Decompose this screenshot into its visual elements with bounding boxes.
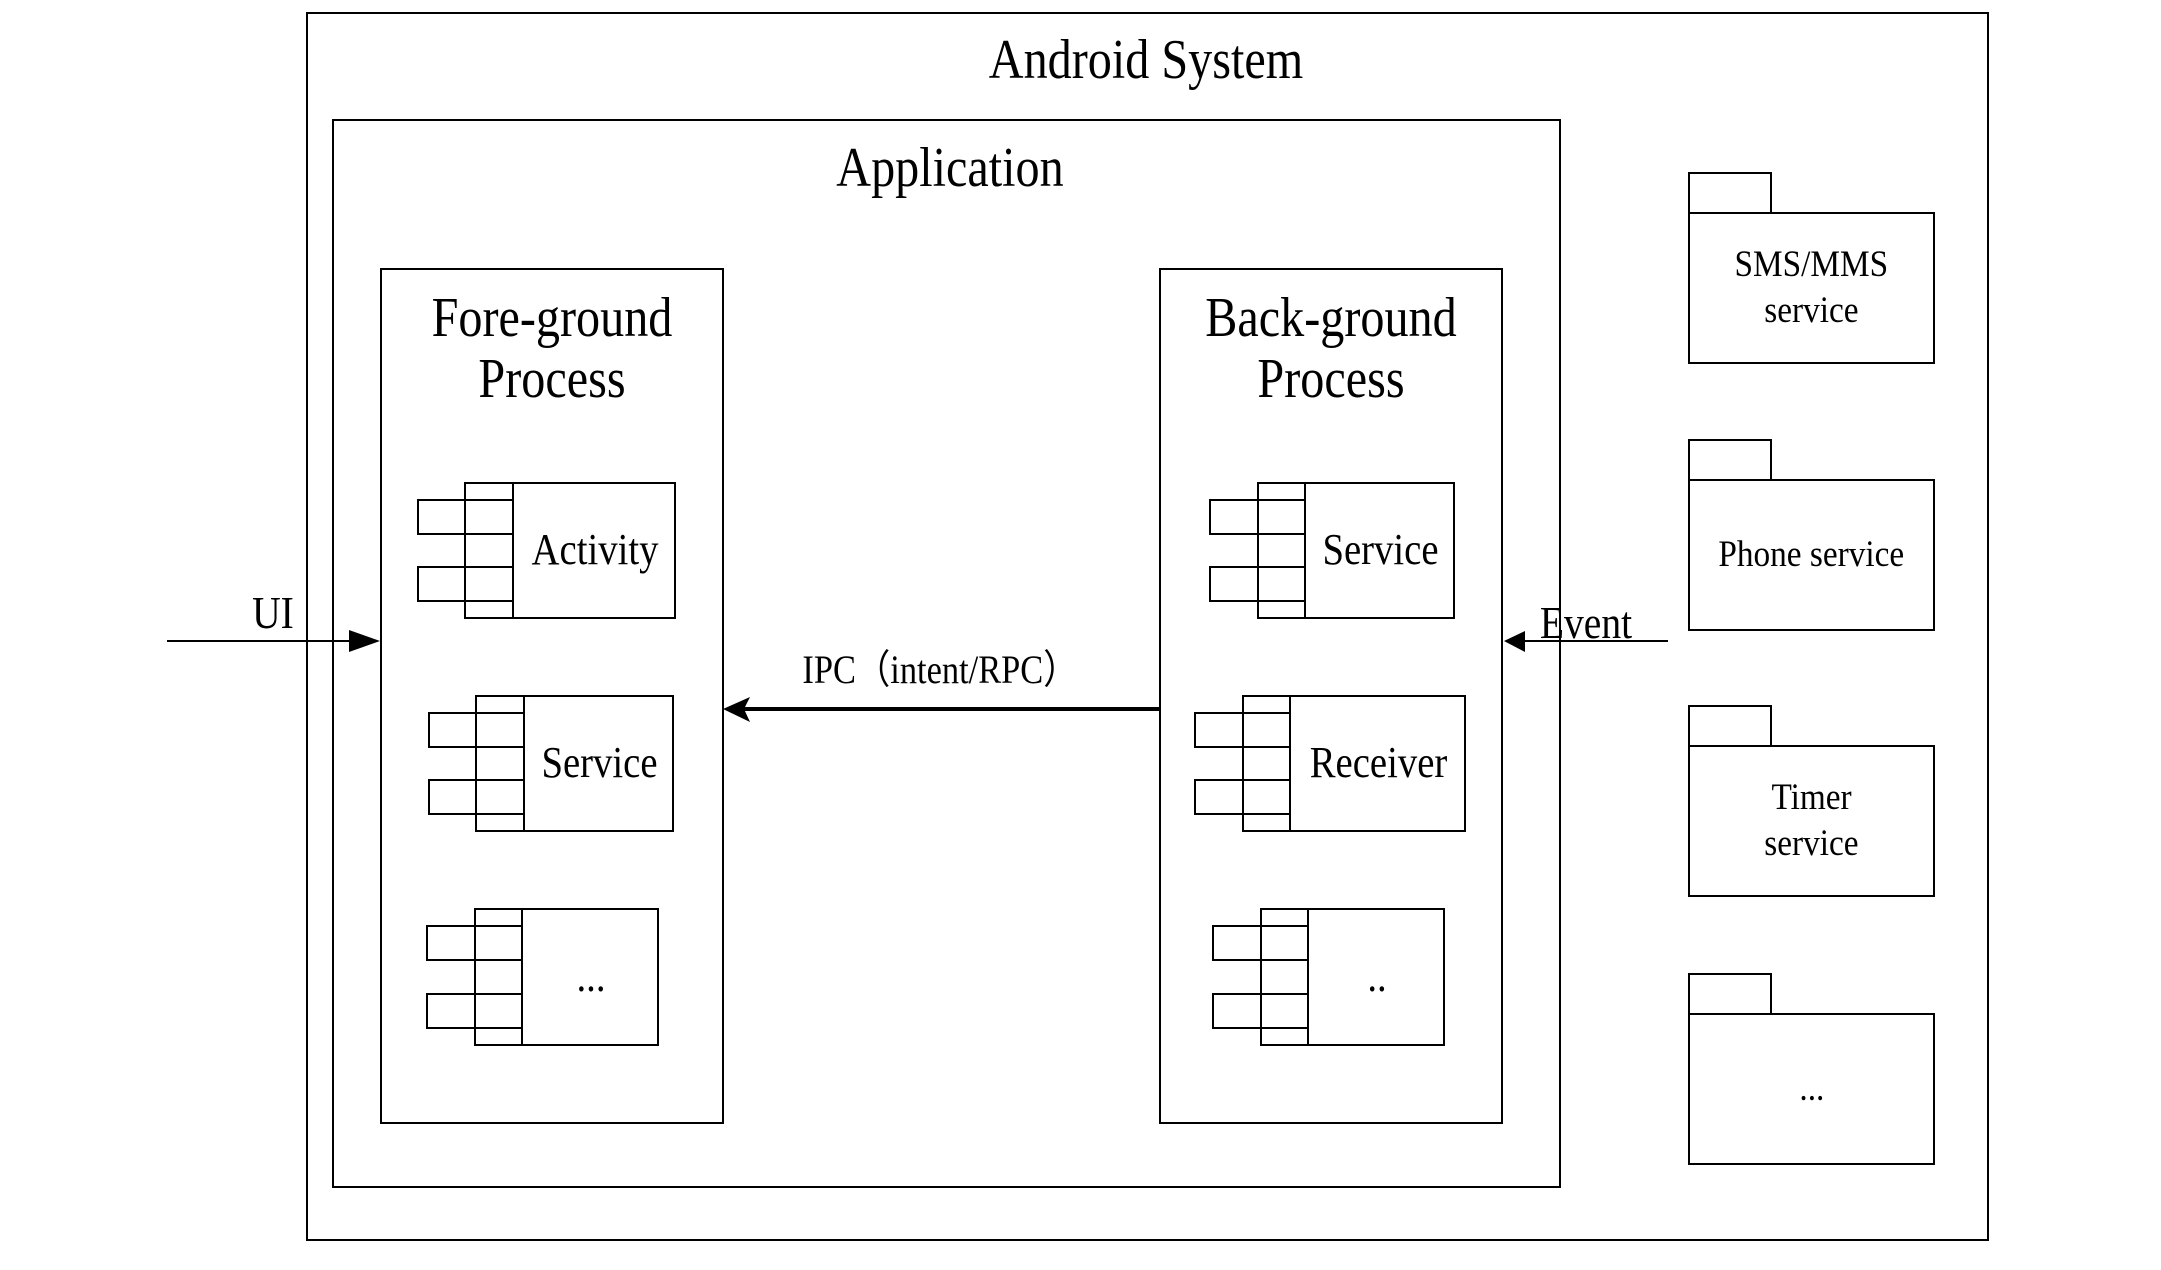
ipc-arrow <box>723 697 1160 722</box>
connector-layer <box>167 630 1668 722</box>
ui-arrowhead-icon <box>349 630 380 652</box>
event-arrowhead-icon <box>1504 631 1525 652</box>
ipc-edge-label: IPC（intent/RPC） <box>802 647 1078 692</box>
event-edge-label: Event <box>1539 597 1633 648</box>
ui-edge-label: UI <box>252 587 294 638</box>
